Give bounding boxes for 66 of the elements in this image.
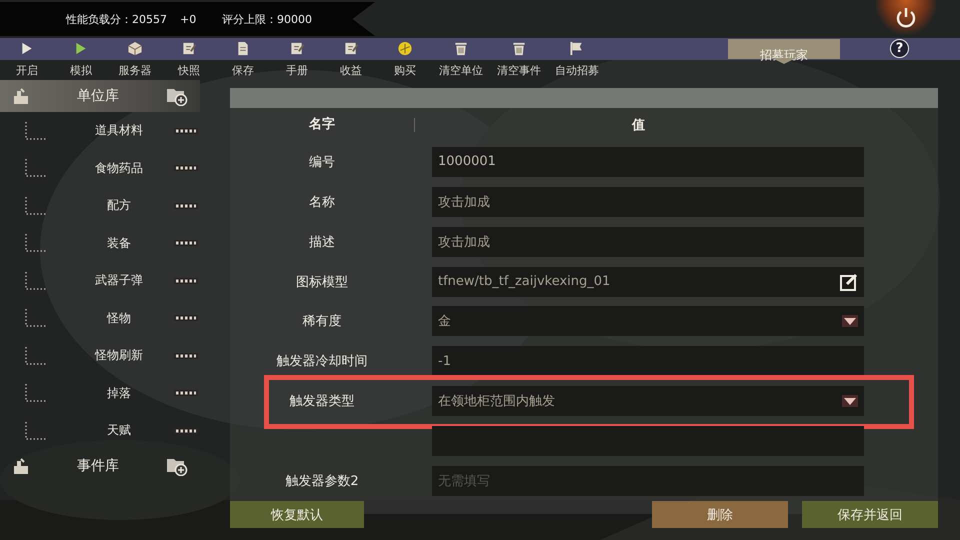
toolbar-button[interactable]: 模拟 bbox=[54, 38, 108, 78]
field-label: 稀有度 bbox=[302, 313, 342, 330]
tree-connector bbox=[24, 232, 46, 254]
stat-text: 评分上限：90000 bbox=[222, 12, 312, 26]
toolbar-button[interactable]: 保存 bbox=[216, 38, 270, 78]
toolbar-button[interactable]: 购买 bbox=[378, 38, 432, 78]
dropdown-arrow-icon[interactable] bbox=[842, 395, 858, 408]
dropdown[interactable]: 金 bbox=[432, 306, 864, 336]
toolbar-button[interactable]: 自动招募 bbox=[548, 38, 606, 78]
tree-connector bbox=[24, 382, 46, 404]
tree-connector bbox=[24, 194, 46, 217]
field-label: 描述 bbox=[308, 234, 336, 251]
tree-item[interactable]: 武器子弹 bbox=[64, 272, 174, 290]
tree-connector bbox=[24, 307, 46, 330]
tree-item[interactable]: 怪物 bbox=[64, 310, 174, 327]
input-field[interactable] bbox=[432, 426, 864, 456]
library-header[interactable]: 事件库 bbox=[0, 450, 200, 482]
tree-connector bbox=[24, 344, 46, 367]
input-field[interactable]: 攻击加成 bbox=[432, 226, 864, 257]
input-field[interactable]: tfnew/tb_tf_zaijvkexing_01 bbox=[432, 266, 864, 297]
input-field[interactable]: 1000001 bbox=[432, 146, 864, 177]
toolbar-button[interactable]: 手册 bbox=[270, 38, 324, 78]
toolbar-button[interactable]: 快照 bbox=[162, 38, 216, 78]
tree-item[interactable]: 天赋 bbox=[64, 422, 174, 440]
tree-connector bbox=[24, 420, 46, 442]
field-label: 名称 bbox=[308, 194, 336, 211]
input-field[interactable]: 攻击加成 bbox=[432, 186, 864, 217]
toolbar-button[interactable]: 服务器 bbox=[108, 38, 162, 78]
tree-item[interactable]: 装备 bbox=[64, 234, 174, 252]
stat-text: 性能负载分：20557 bbox=[66, 12, 168, 26]
field-label: 图标模型 bbox=[295, 274, 349, 291]
dots-icon[interactable] bbox=[174, 315, 198, 322]
delete-button[interactable]: 删除 bbox=[652, 501, 788, 528]
upload-icon[interactable] bbox=[12, 456, 30, 474]
reset-button[interactable]: 恢复默认 bbox=[230, 501, 364, 528]
tree-item[interactable]: 食物药品 bbox=[64, 160, 174, 177]
add-folder-icon[interactable] bbox=[166, 86, 188, 106]
toolbar-button[interactable]: 清空事件 bbox=[490, 38, 548, 78]
field-label: 触发器类型 bbox=[288, 393, 356, 410]
dots-icon[interactable] bbox=[174, 240, 198, 246]
toolbar-button[interactable]: 收益 bbox=[324, 38, 378, 78]
tree-item[interactable]: 掉落 bbox=[64, 384, 174, 402]
dots-icon[interactable] bbox=[174, 390, 198, 396]
save-button[interactable]: 保存并返回 bbox=[802, 501, 938, 528]
dots-icon[interactable] bbox=[174, 165, 198, 172]
tree-item[interactable]: 道具材料 bbox=[64, 122, 174, 140]
input-field[interactable]: -1 bbox=[432, 346, 864, 376]
dropdown-arrow-icon[interactable] bbox=[842, 315, 858, 328]
field-label: 触发器参数2 bbox=[284, 473, 360, 490]
field-label: 编号 bbox=[308, 154, 336, 171]
toolbar-button[interactable]: 开启 bbox=[0, 38, 54, 78]
library-header[interactable]: 单位库 bbox=[0, 80, 200, 112]
power-icon bbox=[895, 6, 917, 28]
dropdown[interactable]: 在领地柜范围内触发 bbox=[432, 386, 864, 416]
tree-connector bbox=[24, 270, 46, 292]
tree-connector bbox=[24, 157, 46, 180]
toolbar-button[interactable]: 清空单位 bbox=[432, 38, 490, 78]
field-label: 触发器冷却时间 bbox=[276, 353, 368, 370]
edit-icon[interactable] bbox=[840, 272, 858, 291]
tree-item[interactable]: 怪物刷新 bbox=[64, 347, 174, 364]
column-header: 名字 bbox=[230, 118, 415, 132]
column-header: 值 bbox=[630, 116, 646, 134]
stat-text: +0 bbox=[180, 12, 198, 26]
tree-item[interactable]: 配方 bbox=[64, 197, 174, 214]
power-button[interactable] bbox=[876, 0, 936, 34]
tree-connector bbox=[24, 120, 46, 142]
